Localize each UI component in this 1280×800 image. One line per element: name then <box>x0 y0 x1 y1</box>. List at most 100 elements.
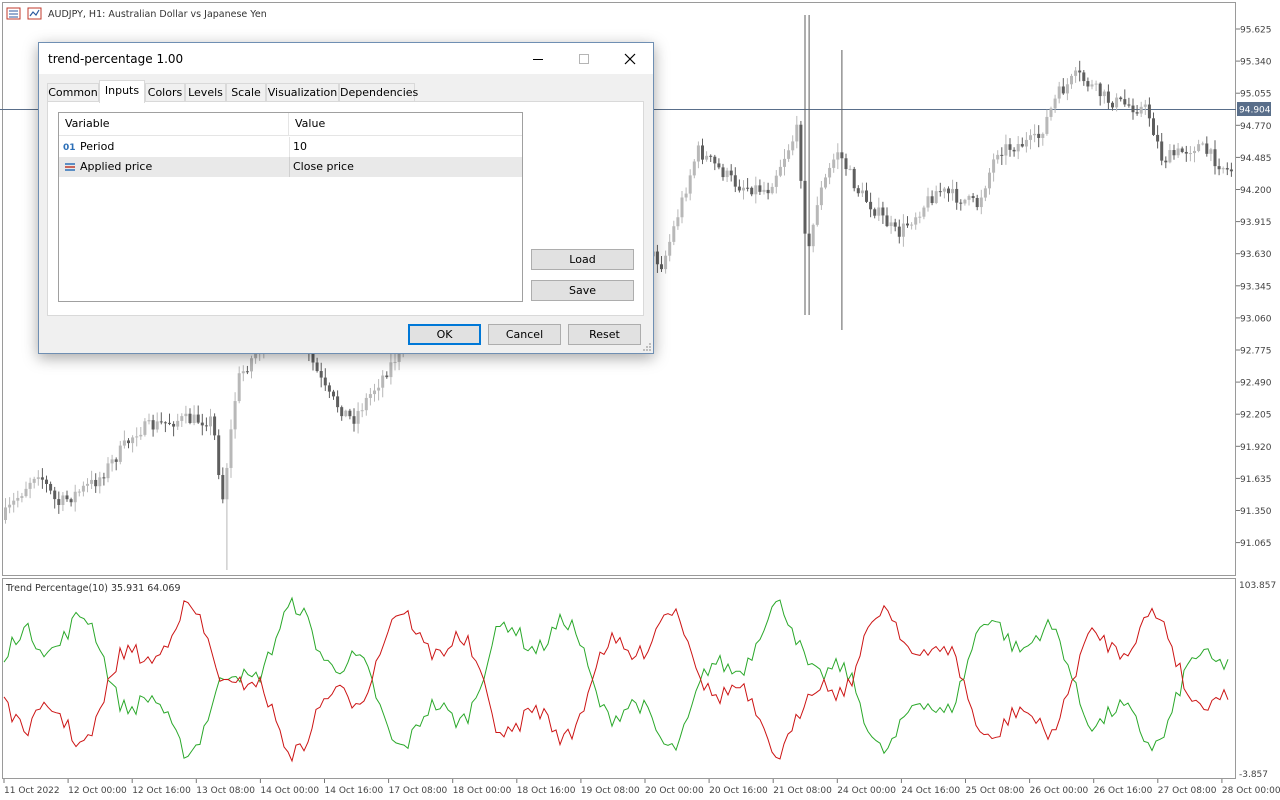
candle-body <box>90 479 94 484</box>
candle-body <box>672 226 676 242</box>
candle-body <box>1213 149 1217 167</box>
candle-body <box>770 186 774 194</box>
candle-body <box>217 435 221 476</box>
tab-levels[interactable]: Levels <box>185 83 226 102</box>
candle-body <box>684 193 688 198</box>
candle-body <box>1029 135 1032 140</box>
candle-body <box>1229 169 1233 172</box>
indicator-axis-min: -3.857 <box>1239 770 1268 780</box>
candle-body <box>77 491 81 493</box>
price-tick-label: 95.055 <box>1240 90 1272 100</box>
cancel-button[interactable]: Cancel <box>488 324 561 345</box>
price-tick-label: 94.770 <box>1240 122 1272 132</box>
candle-body <box>840 152 844 159</box>
dialog-titlebar[interactable]: trend-percentage 1.00 <box>39 43 653 74</box>
candle-body <box>906 223 909 226</box>
variable-name: Period <box>80 140 115 153</box>
inputs-grid[interactable]: Variable Value 01 Period 10 Applied pric… <box>58 112 523 302</box>
candle-body <box>385 375 389 378</box>
price-tick-label: 93.630 <box>1240 250 1272 260</box>
tab-common[interactable]: Common <box>47 83 99 102</box>
candle-body <box>819 187 823 206</box>
candle-body <box>947 188 950 194</box>
candle-body <box>1106 91 1110 103</box>
time-tick-label: 24 Oct 16:00 <box>901 786 960 796</box>
variable-value[interactable]: Close price <box>293 157 518 177</box>
candle-body <box>225 467 229 500</box>
time-tick-label: 14 Oct 16:00 <box>325 786 384 796</box>
ok-button[interactable]: OK <box>408 324 481 345</box>
candle-body <box>1168 150 1172 163</box>
price-tick-label: 91.635 <box>1240 475 1272 485</box>
candle-body <box>332 391 335 397</box>
reset-button[interactable]: Reset <box>568 324 641 345</box>
candle-body <box>1209 149 1213 154</box>
price-tick-label: 92.775 <box>1240 347 1272 357</box>
tab-inputs[interactable]: Inputs <box>99 80 145 103</box>
candle-body <box>955 188 959 203</box>
candle-body <box>159 421 163 423</box>
candle-body <box>688 175 692 194</box>
candle-body <box>807 233 811 247</box>
candle-body <box>172 423 176 427</box>
symbol-title: AUDJPY, H1: Australian Dollar vs Japanes… <box>48 9 267 20</box>
time-tick-label: 20 Oct 16:00 <box>709 786 768 796</box>
column-header-value[interactable]: Value <box>289 113 522 135</box>
candle-body <box>844 158 848 170</box>
time-tick-label: 26 Oct 00:00 <box>1030 786 1089 796</box>
candle-body <box>746 187 750 189</box>
candle-body <box>381 375 385 388</box>
candle-body <box>709 155 713 157</box>
candle-body <box>323 377 327 386</box>
minimize-button[interactable] <box>515 43 561 74</box>
candle-body <box>319 371 323 378</box>
candle-body <box>49 483 53 491</box>
load-button[interactable]: Load <box>531 249 634 270</box>
candle-body <box>1094 83 1098 85</box>
candle-body <box>352 416 356 424</box>
indicator-settings-dialog[interactable]: trend-percentage 1.00 Common Inputs Colo… <box>38 42 654 354</box>
input-row[interactable]: Applied price Close price <box>59 157 522 177</box>
variable-value[interactable]: 10 <box>293 137 518 157</box>
candle-body <box>28 482 32 489</box>
candle-body <box>118 445 122 462</box>
input-row[interactable]: 01 Period 10 <box>59 137 522 157</box>
candle-body <box>336 396 340 408</box>
candle-body <box>705 155 709 160</box>
dialog-title: trend-percentage 1.00 <box>48 52 184 66</box>
candle-body <box>40 477 44 480</box>
candle-body <box>1127 104 1131 106</box>
candle-body <box>143 421 147 435</box>
price-tick-label: 95.625 <box>1240 26 1272 36</box>
resize-grip-icon[interactable] <box>642 342 652 352</box>
candle-body <box>102 477 106 479</box>
candle-body <box>680 197 684 218</box>
candle-body <box>893 222 897 227</box>
candle-body <box>1090 84 1094 87</box>
tab-colors[interactable]: Colors <box>145 83 185 102</box>
candle-body <box>934 191 938 204</box>
candle-body <box>356 411 360 424</box>
candle-body <box>237 373 241 402</box>
tab-scale[interactable]: Scale <box>226 83 266 102</box>
tab-dependencies[interactable]: Dependencies <box>339 83 418 102</box>
candle-body <box>245 371 249 373</box>
tab-visualization[interactable]: Visualization <box>266 83 339 102</box>
candle-body <box>315 362 319 372</box>
candle-body <box>1020 144 1024 147</box>
candle-body <box>901 223 905 237</box>
candle-body <box>348 410 352 417</box>
close-button[interactable] <box>607 43 653 74</box>
column-header-variable[interactable]: Variable <box>59 113 289 135</box>
candle-body <box>1008 144 1012 150</box>
save-button[interactable]: Save <box>531 280 634 301</box>
time-tick-label: 14 Oct 00:00 <box>260 786 319 796</box>
candle-body <box>721 167 725 178</box>
candle-body <box>241 371 245 374</box>
time-tick-label: 25 Oct 08:00 <box>966 786 1025 796</box>
candle-body <box>340 407 344 417</box>
time-tick-label: 11 Oct 2022 <box>4 786 60 796</box>
candle-body <box>1115 97 1119 108</box>
candle-body <box>1057 86 1061 99</box>
candle-body <box>53 490 57 500</box>
